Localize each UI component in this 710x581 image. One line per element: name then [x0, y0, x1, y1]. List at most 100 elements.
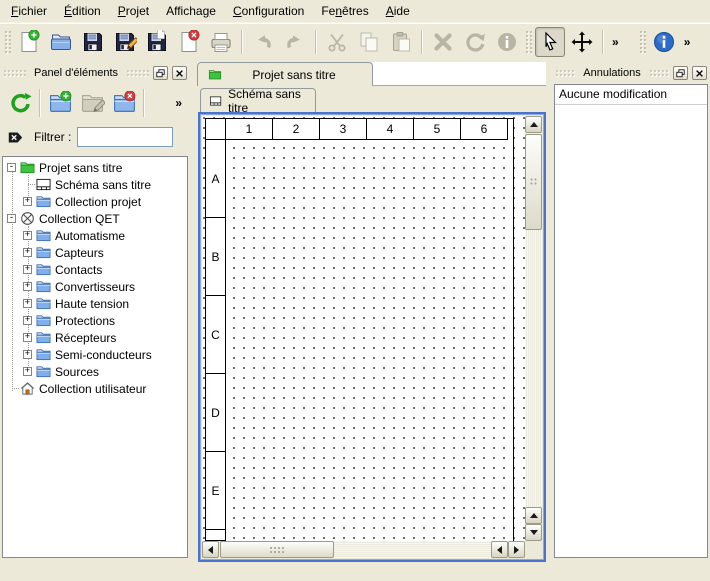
project-tabbar: Projet sans titre: [197, 62, 546, 86]
scroll-left-button[interactable]: [202, 541, 219, 558]
expand-expander[interactable]: +: [23, 367, 32, 376]
toolbar-handle[interactable]: [639, 30, 646, 54]
menu-fenetres[interactable]: Fenêtres: [316, 1, 373, 21]
tree-item-contacts[interactable]: + Contacts: [3, 261, 187, 278]
undo-panel-titlebar[interactable]: Annulations: [555, 64, 707, 82]
expand-expander[interactable]: +: [23, 282, 32, 291]
delete-category-button[interactable]: [108, 87, 140, 119]
paste-button[interactable]: [386, 27, 416, 57]
column-header: 6: [460, 118, 508, 140]
rotate-icon: [463, 30, 487, 54]
toolbar-handle[interactable]: [4, 30, 11, 54]
close-panel-button[interactable]: [172, 66, 187, 80]
close-document-button[interactable]: [174, 27, 204, 57]
copy-button[interactable]: [354, 27, 384, 57]
tree-item-sources[interactable]: + Sources: [3, 363, 187, 380]
save-all-button[interactable]: [142, 27, 172, 57]
open-document-button[interactable]: [46, 27, 76, 57]
scroll-down-button[interactable]: [525, 524, 542, 541]
tree-item-projet-sans-titre[interactable]: - Projet sans titre: [3, 159, 187, 176]
right-splitter[interactable]: [546, 62, 552, 560]
tree-item-capteurs[interactable]: + Capteurs: [3, 244, 187, 261]
panel-overflow-chevron[interactable]: »: [175, 96, 182, 110]
tree-item-schema-sans-titre[interactable]: Schéma sans titre: [3, 176, 187, 193]
toolbar-overflow-chevron[interactable]: »: [608, 35, 623, 49]
reload-collections-button[interactable]: [4, 87, 36, 119]
undo-list-item[interactable]: Aucune modification: [555, 85, 707, 105]
rotate-button[interactable]: [460, 27, 490, 57]
expand-expander[interactable]: +: [23, 231, 32, 240]
close-panel-button[interactable]: [692, 66, 707, 80]
left-splitter[interactable]: [190, 62, 196, 560]
horizontal-scroll-thumb[interactable]: [220, 541, 334, 558]
menu-fichier[interactable]: Fichier: [6, 1, 52, 21]
tree-item-semi-conducteurs[interactable]: + Semi-conducteurs: [3, 346, 187, 363]
menu-bar: Fichier Édition Projet Affichage Configu…: [0, 0, 710, 23]
toolbar-overflow-chevron-2[interactable]: »: [680, 35, 695, 49]
expand-expander[interactable]: +: [23, 248, 32, 257]
expand-expander[interactable]: +: [23, 197, 32, 206]
new-document-button[interactable]: [14, 27, 44, 57]
project-folder-icon: [20, 160, 35, 175]
tree-item-collection-projet[interactable]: + Collection projet: [3, 193, 187, 210]
save-button[interactable]: [78, 27, 108, 57]
new-category-button[interactable]: [44, 87, 76, 119]
tree-item-haute-tension[interactable]: + Haute tension: [3, 295, 187, 312]
scroll-up-button[interactable]: [525, 116, 542, 133]
column-header: 4: [366, 118, 414, 140]
menu-affichage[interactable]: Affichage: [161, 1, 221, 21]
menu-projet[interactable]: Projet: [113, 1, 154, 21]
undo-icon: [251, 30, 275, 54]
elements-panel-titlebar[interactable]: Panel d'éléments: [3, 64, 187, 82]
scroll-left-button-2[interactable]: [491, 541, 508, 558]
edit-category-button[interactable]: [76, 87, 108, 119]
tree-item-protections[interactable]: + Protections: [3, 312, 187, 329]
collapse-expander[interactable]: -: [7, 163, 16, 172]
collapse-expander[interactable]: -: [7, 214, 16, 223]
tree-item-automatisme[interactable]: + Automatisme: [3, 227, 187, 244]
float-panel-button[interactable]: [673, 66, 688, 80]
about-button[interactable]: [649, 27, 679, 57]
select-tool-button[interactable]: [535, 27, 565, 57]
home-icon: [20, 381, 35, 396]
horizontal-scrollbar[interactable]: [202, 541, 525, 558]
expand-expander[interactable]: +: [23, 299, 32, 308]
cut-button[interactable]: [322, 27, 352, 57]
float-panel-button[interactable]: [153, 66, 168, 80]
expand-expander[interactable]: +: [23, 350, 32, 359]
tab-projet-sans-titre[interactable]: Projet sans titre: [197, 62, 373, 86]
toolbar-handle[interactable]: [525, 30, 532, 54]
element-info-button[interactable]: [492, 27, 522, 57]
diagram-canvas[interactable]: 1 2 3 4 5 6 A B C D E: [202, 116, 525, 541]
folder-icon: [36, 364, 51, 379]
filter-input[interactable]: [77, 127, 173, 147]
menu-edition[interactable]: Édition: [59, 1, 106, 21]
print-button[interactable]: [206, 27, 236, 57]
save-all-icon: [145, 30, 169, 54]
vertical-scrollbar[interactable]: [525, 116, 542, 541]
menu-aide[interactable]: Aide: [381, 1, 415, 21]
delete-button[interactable]: [428, 27, 458, 57]
tree-item-collection-utilisateur[interactable]: Collection utilisateur: [3, 380, 187, 397]
redo-button[interactable]: [280, 27, 310, 57]
expand-expander[interactable]: +: [23, 265, 32, 274]
undo-history-list[interactable]: Aucune modification: [554, 84, 708, 558]
vertical-scroll-thumb[interactable]: [525, 134, 542, 230]
save-as-button[interactable]: [110, 27, 140, 57]
toolbar-separator: [421, 30, 423, 54]
close-icon: [175, 69, 184, 78]
expand-expander[interactable]: +: [23, 333, 32, 342]
move-tool-button[interactable]: [567, 27, 597, 57]
clear-filter-button[interactable]: [6, 127, 28, 147]
tree-item-recepteurs[interactable]: + Récepteurs: [3, 329, 187, 346]
scroll-right-button[interactable]: [508, 541, 525, 558]
menu-configuration[interactable]: Configuration: [228, 1, 309, 21]
undo-button[interactable]: [248, 27, 278, 57]
save-as-icon: [113, 30, 137, 54]
expand-expander[interactable]: +: [23, 316, 32, 325]
tree-item-collection-qet[interactable]: - Collection QET: [3, 210, 187, 227]
tab-schema-sans-titre[interactable]: Schéma sans titre: [200, 88, 316, 113]
scroll-up-button-2[interactable]: [525, 507, 542, 524]
tree-item-convertisseurs[interactable]: + Convertisseurs: [3, 278, 187, 295]
column-header: 1: [225, 118, 273, 140]
